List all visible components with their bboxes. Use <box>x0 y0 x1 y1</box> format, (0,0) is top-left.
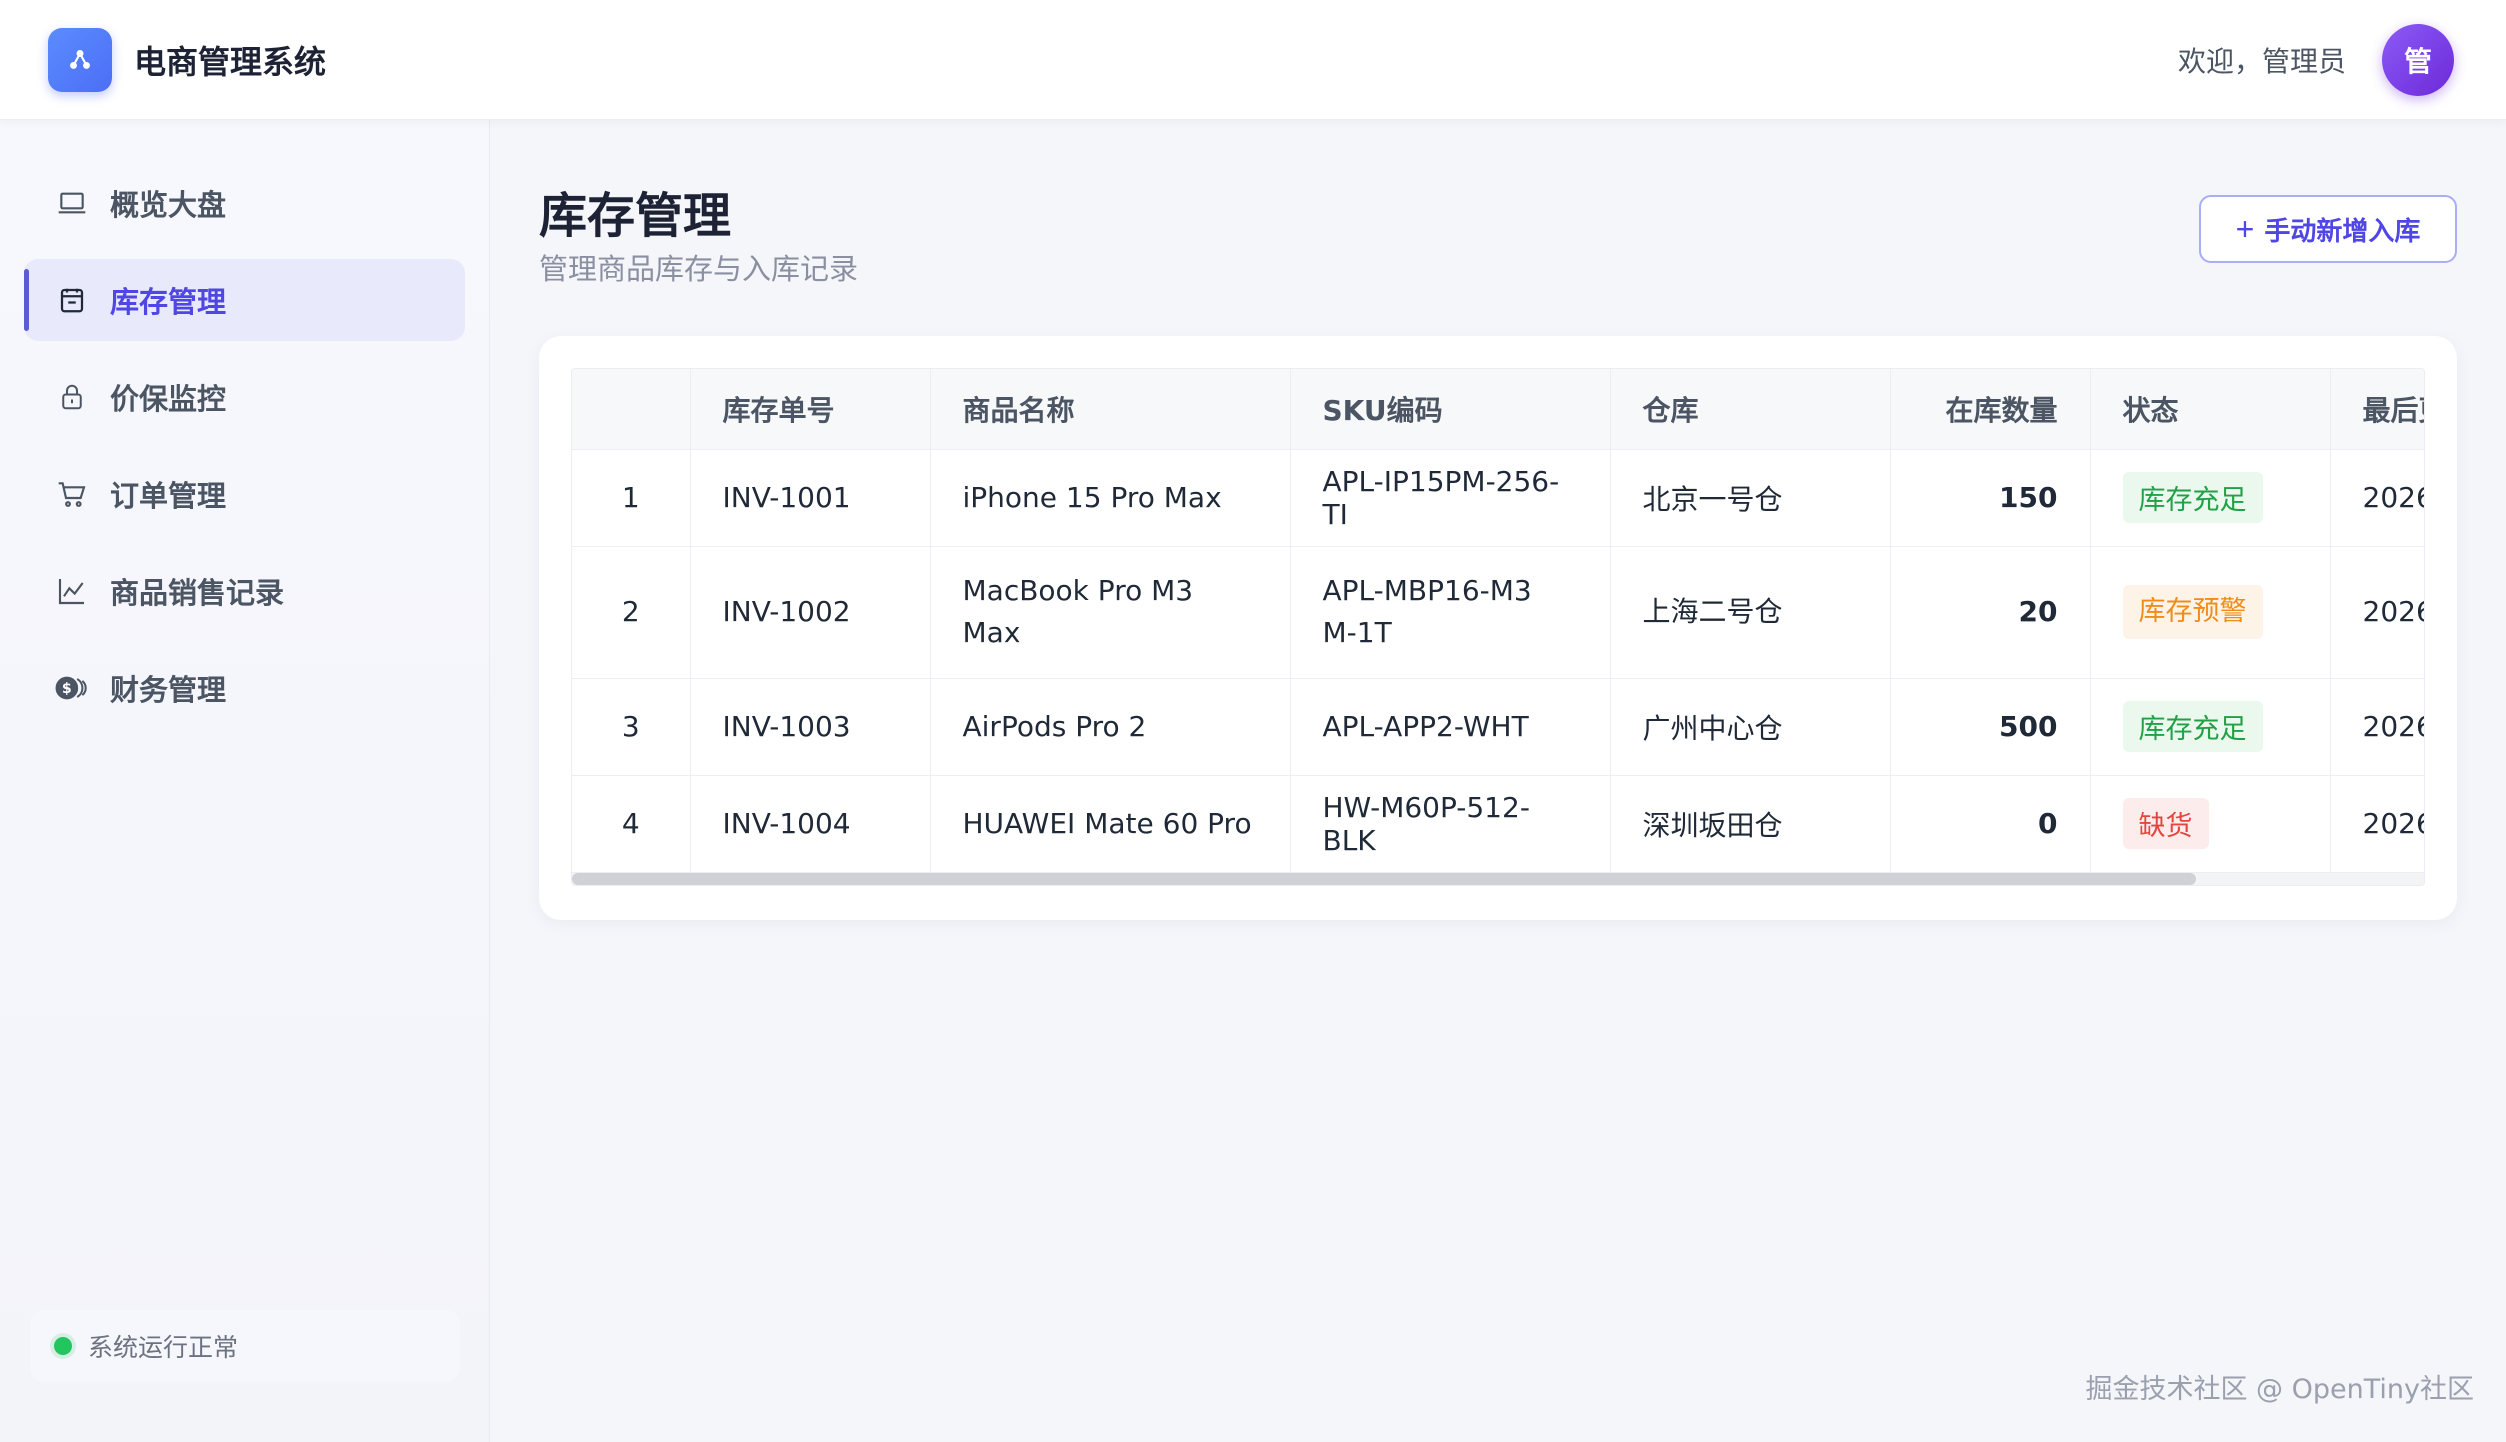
welcome-text: 欢迎，管理员 <box>2177 44 2346 78</box>
inventory-card: 库存单号 商品名称 SKU编码 仓库 在库数量 状态 最后更新 1 INV-10… <box>539 336 2457 920</box>
top-header: 电商管理系统 欢迎，管理员 管 <box>0 0 2506 120</box>
app-logo-icon <box>48 27 112 92</box>
sku-code: APL-MBP16-M3M-1T <box>1290 546 1611 679</box>
product-name: AirPods Pro 2 <box>930 678 1291 776</box>
sku-code: HW-M60P-512-BLK <box>1290 775 1611 873</box>
sku-code: APL-IP15PM-256-TI <box>1290 449 1611 547</box>
inventory-no: INV-1001 <box>690 449 931 547</box>
sidebar-item-price-protection[interactable]: 价保监控 <box>24 356 465 438</box>
inventory-no: INV-1003 <box>690 678 931 776</box>
sidebar-nav: 概览大盘 库存管理 价保监控 订单管理 商品销售记录 $ 财务管理 <box>0 162 489 729</box>
inventory-table: 库存单号 商品名称 SKU编码 仓库 在库数量 状态 最后更新 1 INV-10… <box>572 369 2424 873</box>
laptop-icon <box>54 185 90 221</box>
column-header-sku: SKU编码 <box>1290 369 1611 450</box>
quantity: 20 <box>1890 546 2091 679</box>
add-inventory-label: 手动新增入库 <box>2264 215 2421 246</box>
inventory-table-wrap[interactable]: 库存单号 商品名称 SKU编码 仓库 在库数量 状态 最后更新 1 INV-10… <box>571 368 2425 886</box>
row-index: 3 <box>572 678 691 776</box>
quantity: 150 <box>1890 449 2091 547</box>
sidebar-item-label: 订单管理 <box>110 479 227 513</box>
row-index: 4 <box>572 775 691 873</box>
sidebar-item-label: 财务管理 <box>110 673 227 707</box>
status-badge: 缺货 <box>2122 798 2209 849</box>
line-chart-icon <box>54 573 90 609</box>
plus-icon: + <box>2235 210 2255 247</box>
status-dot-icon <box>54 1337 72 1355</box>
updated-at: 2026 <box>2330 678 2424 776</box>
warehouse: 北京一号仓 <box>1610 449 1891 547</box>
sidebar-item-label: 价保监控 <box>110 382 227 416</box>
updated-at: 2026 <box>2330 775 2424 873</box>
table-row[interactable]: 1 INV-1001 iPhone 15 Pro Max APL-IP15PM-… <box>572 449 2424 547</box>
product-name: HUAWEI Mate 60 Pro <box>930 775 1291 873</box>
cart-icon <box>54 476 90 512</box>
sidebar-item-orders[interactable]: 订单管理 <box>24 453 465 535</box>
column-header-updated: 最后更新 <box>2330 369 2424 450</box>
sidebar-item-finance[interactable]: $ 财务管理 <box>24 647 465 729</box>
updated-at: 2026 <box>2330 546 2424 679</box>
watermark: 掘金技术社区 @ OpenTiny社区 <box>2085 1374 2474 1405</box>
user-area: 欢迎，管理员 管 <box>2177 23 2454 96</box>
clipboard-icon <box>54 282 90 318</box>
horizontal-scrollbar[interactable] <box>572 873 2424 885</box>
sidebar-item-label: 商品销售记录 <box>110 576 285 610</box>
brand[interactable]: 电商管理系统 <box>48 27 327 92</box>
page-subtitle: 管理商品库存与入库记录 <box>539 252 859 286</box>
warehouse: 广州中心仓 <box>1610 678 1891 776</box>
sidebar-item-sales-records[interactable]: 商品销售记录 <box>24 550 465 632</box>
column-header-quantity: 在库数量 <box>1890 369 2091 450</box>
table-row[interactable]: 4 INV-1004 HUAWEI Mate 60 Pro HW-M60P-51… <box>572 775 2424 873</box>
quantity: 0 <box>1890 775 2091 873</box>
table-row[interactable]: 3 INV-1003 AirPods Pro 2 APL-APP2-WHT 广州… <box>572 678 2424 776</box>
sidebar-item-inventory[interactable]: 库存管理 <box>24 259 465 341</box>
quantity: 500 <box>1890 678 2091 776</box>
coins-icon: $ <box>54 670 90 706</box>
table-row[interactable]: 2 INV-1002 MacBook Pro M3 Max APL-MBP16-… <box>572 546 2424 679</box>
svg-text:$: $ <box>62 681 72 697</box>
column-header-index <box>572 369 691 450</box>
status-cell: 库存充足 <box>2090 678 2331 776</box>
system-status: 系统运行正常 <box>30 1310 460 1382</box>
status-cell: 库存预警 <box>2090 546 2331 679</box>
column-header-warehouse: 仓库 <box>1610 369 1891 450</box>
warehouse: 上海二号仓 <box>1610 546 1891 679</box>
status-badge: 库存充足 <box>2122 701 2263 752</box>
status-cell: 缺货 <box>2090 775 2331 873</box>
inventory-no: INV-1002 <box>690 546 931 679</box>
product-name: iPhone 15 Pro Max <box>930 449 1291 547</box>
lock-icon <box>54 379 90 415</box>
add-inventory-button[interactable]: + 手动新增入库 <box>2199 195 2457 263</box>
warehouse: 深圳坂田仓 <box>1610 775 1891 873</box>
updated-at: 2026 <box>2330 449 2424 547</box>
page-title: 库存管理 <box>539 188 732 244</box>
inventory-no: INV-1004 <box>690 775 931 873</box>
status-cell: 库存充足 <box>2090 449 2331 547</box>
column-header-product-name: 商品名称 <box>930 369 1291 450</box>
sidebar-item-overview[interactable]: 概览大盘 <box>24 162 465 244</box>
status-badge: 库存预警 <box>2122 585 2263 639</box>
column-header-inventory-no: 库存单号 <box>690 369 931 450</box>
column-header-status: 状态 <box>2090 369 2331 450</box>
scrollbar-thumb[interactable] <box>572 873 2196 885</box>
system-status-text: 系统运行正常 <box>88 1333 239 1362</box>
main-content: 库存管理 管理商品库存与入库记录 + 手动新增入库 库存单号 商品名称 SKU编… <box>491 120 2506 1442</box>
sku-code-text: APL-MBP16-M3M-1T <box>1322 574 1532 649</box>
row-index: 2 <box>572 546 691 679</box>
app-title: 电商管理系统 <box>134 42 327 81</box>
row-index: 1 <box>572 449 691 547</box>
table-header-row: 库存单号 商品名称 SKU编码 仓库 在库数量 状态 最后更新 <box>572 369 2424 450</box>
status-badge: 库存充足 <box>2122 472 2263 523</box>
avatar[interactable]: 管 <box>2382 23 2454 96</box>
sidebar-item-label: 库存管理 <box>110 285 227 319</box>
product-name: MacBook Pro M3 Max <box>930 546 1291 679</box>
sidebar: 概览大盘 库存管理 价保监控 订单管理 商品销售记录 $ 财务管理 系统运行正常 <box>0 120 490 1442</box>
sidebar-item-label: 概览大盘 <box>110 188 227 222</box>
sku-code: APL-APP2-WHT <box>1290 678 1611 776</box>
